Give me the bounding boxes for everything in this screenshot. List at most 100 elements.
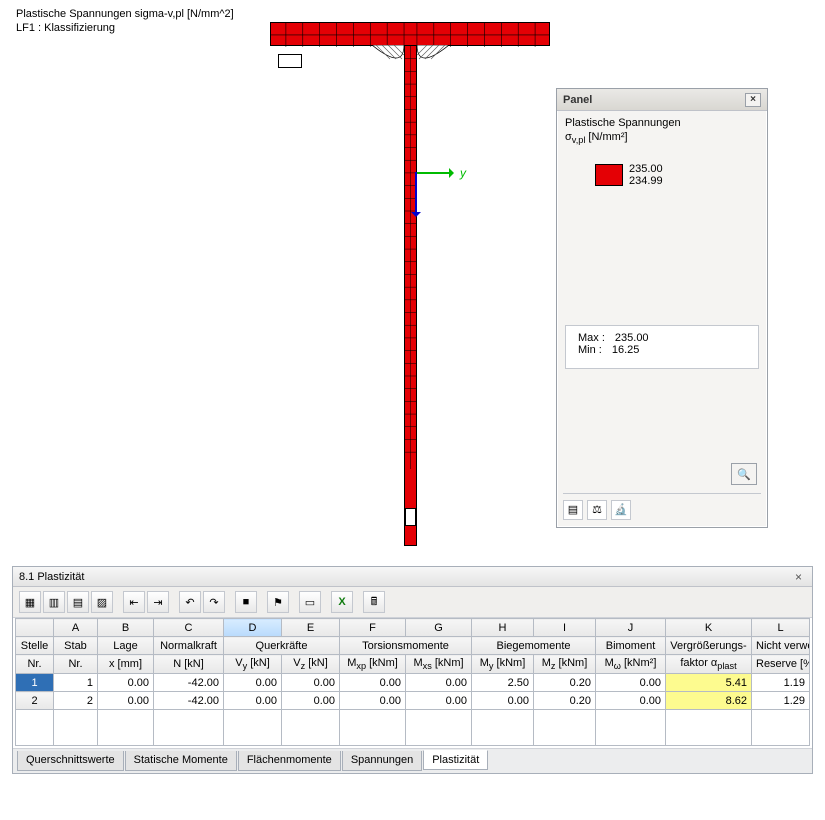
- tb-grid1[interactable]: ▦: [19, 591, 41, 613]
- results-table[interactable]: A B C D E F G H I J K L Stelle Stab Lage: [15, 618, 810, 746]
- cell[interactable]: -42.00: [154, 692, 224, 710]
- cell[interactable]: 2.50: [472, 674, 534, 692]
- cell[interactable]: 0.00: [472, 692, 534, 710]
- group-header-row: Stelle Stab Lage Normalkraft Querkräfte …: [16, 637, 810, 655]
- fillet-right: [417, 45, 449, 71]
- microscope-button[interactable]: 🔬: [611, 500, 631, 520]
- cell[interactable]: 0.00: [282, 692, 340, 710]
- tb-flag[interactable]: ⚑: [267, 591, 289, 613]
- col-letter[interactable]: C: [154, 619, 224, 637]
- tb-color[interactable]: ■: [235, 591, 257, 613]
- tb-nav-last[interactable]: ⇥: [147, 591, 169, 613]
- col-letter[interactable]: B: [98, 619, 154, 637]
- sh-Mxp: Mxp [kNm]: [340, 655, 406, 674]
- tab-querschnittswerte[interactable]: Querschnittswerte: [17, 751, 124, 771]
- grid-icon: ▨: [97, 596, 107, 609]
- sh-N: N [kN]: [154, 655, 224, 674]
- sh-Mxs: Mxs [kNm]: [406, 655, 472, 674]
- balance-button[interactable]: ⚖: [587, 500, 607, 520]
- tb-grid3[interactable]: ▤: [67, 591, 89, 613]
- pane-title: 8.1 Plastizität: [19, 571, 84, 583]
- cell-highlight[interactable]: 5.41: [666, 674, 752, 692]
- panel-zoom-button[interactable]: 🔍: [731, 463, 757, 485]
- col-letter-selected[interactable]: D: [224, 619, 282, 637]
- tab-spannungen[interactable]: Spannungen: [342, 751, 422, 771]
- cell[interactable]: 2: [54, 692, 98, 710]
- viewport-3d[interactable]: Plastische Spannungen sigma-v,pl [N/mm^2…: [0, 0, 825, 560]
- column-letter-row: A B C D E F G H I J K L: [16, 619, 810, 637]
- cell[interactable]: 0.00: [596, 692, 666, 710]
- col-letter[interactable]: H: [472, 619, 534, 637]
- empty-row: [16, 710, 810, 746]
- cell[interactable]: 0.00: [282, 674, 340, 692]
- panel-minmax: Max :235.00 Min :16.25: [565, 325, 759, 369]
- cell[interactable]: 1.19: [752, 674, 810, 692]
- col-letter[interactable]: L: [752, 619, 810, 637]
- pane-toolbar: ▦ ▥ ▤ ▨ ⇤ ⇥ ↶ ↷ ■ ⚑ ▭ X 🖩: [13, 587, 812, 618]
- table-row[interactable]: 1 1 0.00 -42.00 0.00 0.00 0.00 0.00 2.50…: [16, 674, 810, 692]
- sh-factor: faktor αplast: [666, 655, 752, 674]
- table-row[interactable]: 2 2 0.00 -42.00 0.00 0.00 0.00 0.00 0.00…: [16, 692, 810, 710]
- sh-Vy: Vy [kN]: [224, 655, 282, 674]
- h-lage: Lage: [98, 637, 154, 655]
- tab-flaechenmomente[interactable]: Flächenmomente: [238, 751, 341, 771]
- col-letter[interactable]: [16, 619, 54, 637]
- nav-last-icon: ⇥: [153, 596, 162, 609]
- col-letter[interactable]: F: [340, 619, 406, 637]
- tb-redo[interactable]: ↷: [203, 591, 225, 613]
- calculator-icon: 🖩: [371, 593, 378, 612]
- col-letter[interactable]: J: [596, 619, 666, 637]
- cell[interactable]: 0.00: [406, 692, 472, 710]
- panel-header[interactable]: Panel ×: [557, 89, 767, 111]
- color-icon: ■: [243, 596, 250, 608]
- cell[interactable]: 0.00: [98, 674, 154, 692]
- cell[interactable]: 0.20: [534, 674, 596, 692]
- viewport-title-line2: LF1 : Klassifizierung: [16, 22, 115, 34]
- pane-close-button[interactable]: ×: [791, 570, 806, 584]
- row-header[interactable]: 2: [16, 692, 54, 710]
- cell[interactable]: 0.00: [224, 674, 282, 692]
- pane-header[interactable]: 8.1 Plastizität ×: [13, 567, 812, 587]
- cell[interactable]: 1.29: [752, 692, 810, 710]
- tb-sheet[interactable]: ▭: [299, 591, 321, 613]
- cross-section-figure: [270, 22, 550, 542]
- cell[interactable]: 1: [54, 674, 98, 692]
- tab-plastizitaet[interactable]: Plastizität: [423, 750, 488, 770]
- cell[interactable]: 0.00: [406, 674, 472, 692]
- col-letter[interactable]: E: [282, 619, 340, 637]
- row-header-selected[interactable]: 1: [16, 674, 54, 692]
- cell[interactable]: 0.00: [224, 692, 282, 710]
- undo-icon: ↶: [185, 596, 194, 609]
- cell[interactable]: 0.00: [340, 674, 406, 692]
- cell[interactable]: 0.00: [596, 674, 666, 692]
- grid-icon: ▦: [25, 596, 35, 609]
- tb-grid4[interactable]: ▨: [91, 591, 113, 613]
- col-letter[interactable]: I: [534, 619, 596, 637]
- tb-grid2[interactable]: ▥: [43, 591, 65, 613]
- h-torsion: Torsionsmomente: [340, 637, 472, 655]
- cell[interactable]: 0.20: [534, 692, 596, 710]
- cell-highlight[interactable]: 8.62: [666, 692, 752, 710]
- sh-Mz: Mz [kNm]: [534, 655, 596, 674]
- sh-reserve: Reserve [%]: [752, 655, 810, 674]
- balance-icon: ⚖: [592, 503, 602, 516]
- h-biege: Biegemomente: [472, 637, 596, 655]
- panel-close-button[interactable]: ×: [745, 93, 761, 107]
- sh-nr: Nr.: [16, 655, 54, 674]
- tab-statische-momente[interactable]: Statische Momente: [125, 751, 237, 771]
- panel-title: Panel: [563, 94, 592, 106]
- col-letter[interactable]: G: [406, 619, 472, 637]
- cell[interactable]: -42.00: [154, 674, 224, 692]
- col-letter[interactable]: K: [666, 619, 752, 637]
- tb-nav-first[interactable]: ⇤: [123, 591, 145, 613]
- grid-icon: ▥: [49, 596, 59, 609]
- col-letter[interactable]: A: [54, 619, 98, 637]
- cell[interactable]: 0.00: [98, 692, 154, 710]
- tb-undo[interactable]: ↶: [179, 591, 201, 613]
- cell[interactable]: 0.00: [340, 692, 406, 710]
- legend-panel[interactable]: Panel × Plastische Spannungen σv,pl [N/m…: [556, 88, 768, 528]
- color-scale-button[interactable]: ▤: [563, 500, 583, 520]
- tb-excel[interactable]: X: [331, 591, 353, 613]
- panel-heading: Plastische Spannungen: [565, 117, 759, 129]
- tb-calc[interactable]: 🖩: [363, 591, 385, 613]
